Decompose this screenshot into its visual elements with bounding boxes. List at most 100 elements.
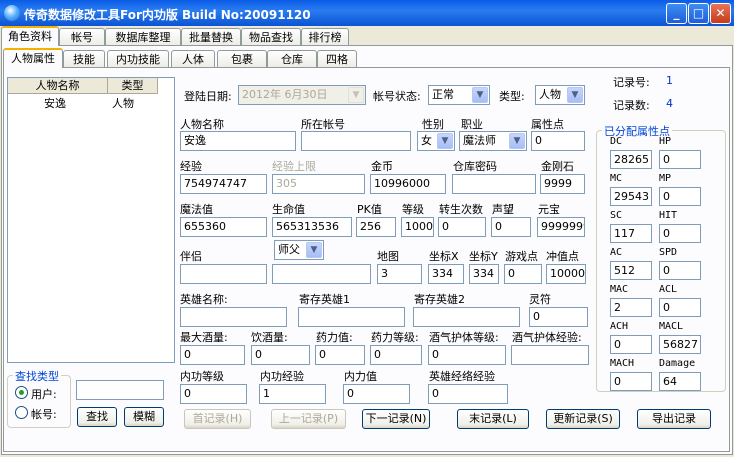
medicine-field[interactable]: 0 bbox=[315, 345, 365, 365]
subtab-attributes[interactable]: 人物属性 bbox=[3, 48, 63, 68]
stat-field-hit[interactable]: 0 bbox=[659, 224, 701, 243]
stat-field-spd[interactable]: 0 bbox=[659, 261, 701, 280]
tab-db-cleanup[interactable]: 数据库整理 bbox=[105, 28, 181, 46]
coord-y-field[interactable]: 334 bbox=[469, 264, 499, 284]
minimize-button[interactable]: _ bbox=[666, 3, 687, 24]
prev-record-button[interactable]: 上一记录(P) bbox=[271, 409, 346, 429]
yuanbao-field[interactable]: 9999999 bbox=[537, 217, 585, 237]
yuanbao-label: 元宝 bbox=[538, 203, 560, 216]
record-no-value: 1 bbox=[666, 74, 673, 87]
stat-field-dc[interactable]: 28265 bbox=[610, 150, 652, 169]
exp-field[interactable]: 754974747 bbox=[180, 174, 267, 194]
subtab-storage[interactable]: 仓库 bbox=[267, 50, 317, 68]
stat-field-sc[interactable]: 117 bbox=[610, 224, 652, 243]
search-input[interactable] bbox=[76, 380, 164, 400]
list-header-type[interactable]: 类型 bbox=[108, 78, 158, 94]
max-wine-field[interactable]: 0 bbox=[180, 345, 245, 365]
char-name-field[interactable]: 安逸 bbox=[180, 131, 296, 151]
master-field[interactable] bbox=[272, 264, 371, 284]
type-select[interactable]: 人物 ▼ bbox=[535, 85, 585, 105]
stored-hero1-field[interactable] bbox=[298, 307, 405, 327]
next-record-button[interactable]: 下一记录(N) bbox=[362, 409, 430, 429]
tab-batch-replace[interactable]: 批量替换 bbox=[181, 28, 241, 46]
diamond-field[interactable]: 9999 bbox=[540, 174, 585, 194]
stat-field-macl[interactable]: 56827 bbox=[659, 335, 701, 354]
medicine-level-field[interactable]: 0 bbox=[370, 345, 422, 365]
find-button[interactable]: 查找 bbox=[77, 407, 117, 427]
stat-label-spd: SPD bbox=[659, 247, 678, 258]
maximize-button[interactable]: □ bbox=[688, 3, 709, 24]
close-button[interactable]: ✕ bbox=[710, 3, 731, 24]
account-field[interactable] bbox=[301, 131, 411, 151]
hero-meridian-exp-field[interactable]: 0 bbox=[428, 384, 508, 404]
radio-user[interactable] bbox=[15, 386, 28, 399]
fame-field[interactable]: 0 bbox=[491, 217, 531, 237]
stat-field-hp[interactable]: 0 bbox=[659, 150, 701, 169]
stat-field-mp[interactable]: 0 bbox=[659, 187, 701, 206]
hero-name-label: 英雄名称: bbox=[180, 293, 228, 306]
tab-role[interactable]: 角色资料 bbox=[1, 26, 59, 46]
stat-field-acl[interactable]: 0 bbox=[659, 298, 701, 317]
wine-guard-level-field[interactable]: 0 bbox=[428, 345, 506, 365]
stat-field-ac[interactable]: 512 bbox=[610, 261, 652, 280]
master-select[interactable]: 师父 ▼ bbox=[274, 240, 324, 260]
tab-item-search[interactable]: 物品查找 bbox=[241, 28, 301, 46]
stat-field-mach[interactable]: 0 bbox=[610, 372, 652, 391]
subtab-four-grid[interactable]: 四格 bbox=[317, 50, 357, 68]
stat-field-damage[interactable]: 64 bbox=[659, 372, 701, 391]
gender-select[interactable]: 女 ▼ bbox=[417, 131, 455, 151]
login-date-picker[interactable]: 2012年 6月30日 ▼ bbox=[238, 85, 366, 105]
warehouse-pwd-field[interactable] bbox=[452, 174, 536, 194]
charge-points-field[interactable]: 10000 bbox=[546, 264, 586, 284]
hp-label: 生命值 bbox=[272, 203, 305, 216]
subtab-skills[interactable]: 技能 bbox=[63, 50, 105, 68]
hero-name-field[interactable] bbox=[180, 307, 287, 327]
mate-field[interactable] bbox=[180, 264, 267, 284]
rebirth-field[interactable]: 0 bbox=[438, 217, 486, 237]
radio-account[interactable] bbox=[15, 406, 28, 419]
medicine-label: 药力值: bbox=[316, 331, 353, 344]
coord-x-field[interactable]: 334 bbox=[428, 264, 464, 284]
pk-field[interactable]: 256 bbox=[356, 217, 396, 237]
app-icon bbox=[4, 5, 20, 21]
stored-hero1-label: 寄存英雄1 bbox=[299, 293, 350, 306]
update-record-button[interactable]: 更新记录(S) bbox=[546, 409, 620, 429]
game-points-field[interactable]: 0 bbox=[504, 264, 542, 284]
first-record-button[interactable]: 首记录(H) bbox=[184, 409, 251, 429]
last-record-button[interactable]: 末记录(L) bbox=[457, 409, 529, 429]
account-status-select[interactable]: 正常 ▼ bbox=[428, 85, 490, 105]
list-item-type[interactable]: 人物 bbox=[112, 95, 134, 111]
inner-power-label: 内力值 bbox=[344, 370, 377, 383]
wine-guard-exp-field[interactable] bbox=[511, 345, 589, 365]
character-list[interactable]: 人物名称 类型 安逸 人物 bbox=[7, 77, 175, 363]
wine-field[interactable]: 0 bbox=[251, 345, 310, 365]
level-field[interactable]: 1000 bbox=[401, 217, 434, 237]
attr-points-field[interactable]: 0 bbox=[531, 131, 585, 151]
tab-ranking[interactable]: 排行榜 bbox=[301, 28, 349, 46]
spirit-field[interactable]: 0 bbox=[529, 307, 588, 327]
hp-field[interactable]: 565313536 bbox=[272, 217, 352, 237]
stat-field-ach[interactable]: 0 bbox=[610, 335, 652, 354]
inner-power-field[interactable]: 0 bbox=[343, 384, 410, 404]
exp-limit-field: 305 bbox=[272, 174, 365, 194]
tab-account[interactable]: 帐号 bbox=[59, 28, 105, 46]
gold-field[interactable]: 10996000 bbox=[370, 174, 446, 194]
subtab-body[interactable]: 人体 bbox=[171, 50, 215, 68]
stored-hero2-field[interactable] bbox=[413, 307, 520, 327]
mp-field[interactable]: 655360 bbox=[180, 217, 267, 237]
fuzzy-button[interactable]: 模糊 bbox=[124, 407, 164, 427]
list-header-name[interactable]: 人物名称 bbox=[8, 78, 108, 94]
export-record-button[interactable]: 导出记录 bbox=[637, 409, 711, 429]
inner-level-field[interactable]: 0 bbox=[180, 384, 247, 404]
subtab-bag[interactable]: 包裹 bbox=[217, 50, 267, 68]
stored-hero2-label: 寄存英雄2 bbox=[414, 293, 465, 306]
map-field[interactable]: 3 bbox=[377, 264, 422, 284]
charge-points-label: 冲值点 bbox=[546, 250, 579, 263]
inner-exp-field[interactable]: 1 bbox=[259, 384, 326, 404]
list-item-name[interactable]: 安逸 bbox=[44, 95, 66, 111]
job-select[interactable]: 魔法师 ▼ bbox=[459, 131, 527, 151]
stat-field-mc[interactable]: 29543 bbox=[610, 187, 652, 206]
account-label: 所在帐号 bbox=[301, 118, 345, 131]
subtab-inner-skills[interactable]: 内功技能 bbox=[107, 50, 169, 68]
stat-field-mac[interactable]: 2 bbox=[610, 298, 652, 317]
